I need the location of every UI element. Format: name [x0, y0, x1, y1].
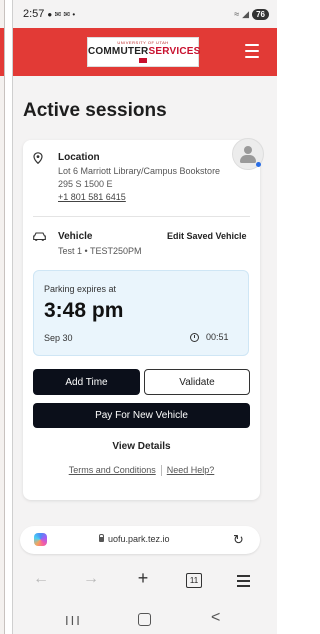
hamburger-menu-icon[interactable]	[245, 44, 259, 62]
university-u-mark	[139, 58, 147, 63]
validate-button[interactable]: Validate	[144, 369, 250, 395]
pay-new-vehicle-button[interactable]: Pay For New Vehicle	[33, 403, 250, 428]
location-label: Location	[58, 152, 100, 163]
view-details-link[interactable]: View Details	[23, 441, 260, 452]
expires-date: Sep 30	[44, 333, 73, 343]
help-link[interactable]: Need Help?	[167, 465, 215, 475]
footer-links: Terms and Conditions Need Help?	[23, 465, 260, 477]
timer-icon	[190, 333, 199, 342]
session-card: Location Lot 6 Marriott Library/Campus B…	[23, 140, 260, 500]
user-avatar-icon[interactable]	[232, 138, 264, 170]
browser-chrome: uofu.park.tez.io ↻ ← → + 11 III <	[13, 514, 277, 634]
left-frame-edge	[0, 0, 5, 634]
new-tab-plus-icon[interactable]: +	[133, 568, 153, 589]
system-back-icon[interactable]: <	[211, 609, 220, 627]
location-name: Lot 6 Marriott Library/Campus Bookstore	[58, 166, 221, 176]
wifi-icon: ≈	[234, 9, 240, 19]
location-pin-icon	[33, 152, 43, 164]
forward-arrow-icon[interactable]: →	[81, 570, 101, 588]
status-bar: 2:57 ● ✉ ✉ • ≈ ◢ 76	[13, 0, 277, 28]
section-divider	[33, 216, 250, 217]
notification-icons: ● ✉ ✉ •	[47, 9, 76, 19]
browser-menu-icon[interactable]	[237, 575, 250, 590]
copilot-icon[interactable]	[34, 533, 47, 546]
tab-count-icon[interactable]: 11	[186, 573, 202, 588]
signal-icon: ◢	[242, 8, 250, 19]
car-icon	[33, 232, 46, 241]
status-dot	[256, 162, 261, 167]
back-arrow-icon[interactable]: ←	[31, 570, 51, 588]
home-icon[interactable]	[138, 613, 151, 626]
vehicle-label: Vehicle	[58, 231, 93, 242]
location-phone-link[interactable]: +1 801 581 6415	[58, 192, 126, 202]
page-title: Active sessions	[23, 100, 167, 121]
logo-title: COMMUTERSERVICES	[88, 46, 201, 57]
add-time-button[interactable]: Add Time	[33, 369, 140, 395]
location-address: 295 S 1500 E	[58, 179, 113, 189]
logo-title-a: COMMUTER	[88, 46, 149, 57]
browser-toolbar: ← → + 11	[13, 568, 277, 594]
parking-expiry-panel: Parking expires at 3:48 pm Sep 30 00:51	[33, 270, 249, 356]
phone-screen: 2:57 ● ✉ ✉ • ≈ ◢ 76 UNIVERSITY OF UTAH C…	[12, 0, 277, 634]
lock-icon	[99, 534, 104, 542]
system-navigation-bar: III <	[13, 608, 277, 634]
link-separator	[160, 465, 162, 477]
reload-icon[interactable]: ↻	[233, 532, 244, 548]
logo-title-b: SERVICES	[148, 46, 201, 57]
expires-label: Parking expires at	[44, 284, 117, 294]
status-time: 2:57	[23, 8, 45, 20]
commuter-services-logo[interactable]: UNIVERSITY OF UTAH COMMUTERSERVICES	[87, 37, 201, 67]
edit-saved-vehicle-link[interactable]: Edit Saved Vehicle	[167, 231, 247, 241]
terms-link[interactable]: Terms and Conditions	[69, 465, 156, 475]
vehicle-detail: Test 1 • TEST250PM	[58, 246, 142, 256]
address-bar[interactable]: uofu.park.tez.io ↻	[20, 526, 260, 554]
countdown-timer: 00:51	[206, 332, 229, 342]
logo-university-text: UNIVERSITY OF UTAH	[117, 40, 169, 45]
url-text[interactable]: uofu.park.tez.io	[108, 534, 170, 544]
battery-icon: 76	[252, 8, 269, 20]
app-header: UNIVERSITY OF UTAH COMMUTERSERVICES	[13, 28, 277, 76]
right-frame-edge	[276, 0, 287, 634]
recents-icon[interactable]: III	[65, 613, 82, 628]
expires-time: 3:48 pm	[44, 299, 124, 322]
